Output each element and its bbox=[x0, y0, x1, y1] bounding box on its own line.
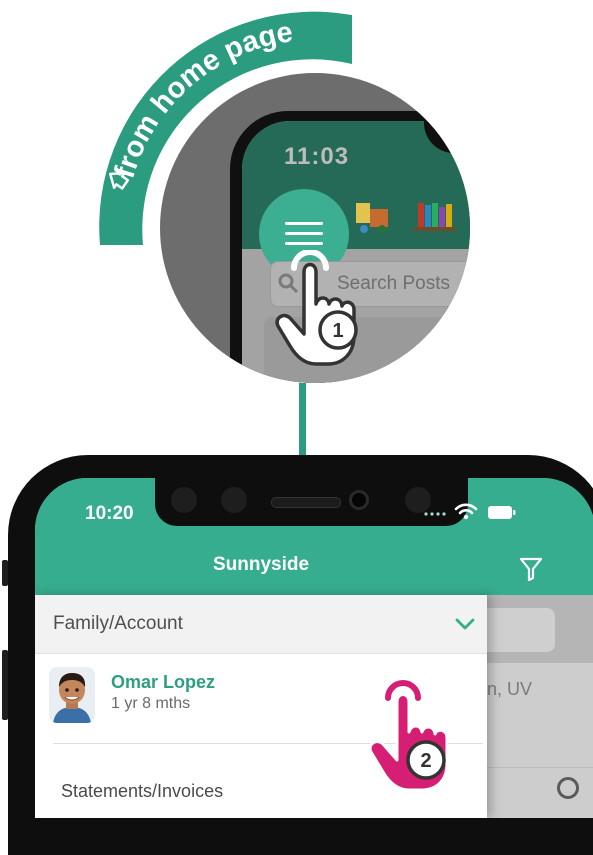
battery-icon bbox=[488, 506, 516, 519]
bg-card-text: n, UV bbox=[487, 679, 533, 699]
page-title: Sunnyside bbox=[212, 554, 310, 575]
bg-divider bbox=[487, 767, 593, 768]
step-2-badge: 2 bbox=[420, 750, 431, 772]
status-time: 10:20 bbox=[85, 503, 134, 524]
front-camera bbox=[349, 490, 369, 510]
phone-side-button bbox=[2, 560, 8, 586]
home-feed-background: n, UV bbox=[487, 595, 593, 818]
wifi-icon bbox=[454, 503, 478, 515]
tutorial-scene: 11:03 Search Posts from home page 1 10:2… bbox=[0, 0, 593, 855]
earpiece-speaker bbox=[271, 497, 341, 508]
avatar[interactable] bbox=[49, 667, 95, 723]
connector-line bbox=[299, 383, 306, 455]
tap-hand-icon: 1 bbox=[275, 250, 358, 366]
status-icons bbox=[424, 503, 516, 520]
phone-volume-button bbox=[2, 650, 8, 720]
menu-item-statements[interactable]: Statements/Invoices bbox=[61, 781, 223, 802]
tap-hand-pink-icon: 2 bbox=[368, 680, 449, 790]
bg-circle-icon bbox=[557, 777, 579, 799]
chevron-down-icon[interactable] bbox=[455, 617, 475, 631]
sensor-dot bbox=[171, 487, 197, 513]
sensor-dot bbox=[221, 487, 247, 513]
child-name[interactable]: Omar Lopez bbox=[111, 672, 215, 693]
phone-screen: 10:20 Sunnyside n, UV Family/Account Oma… bbox=[35, 478, 593, 818]
step-1-badge: 1 bbox=[332, 320, 343, 342]
app-header: 10:20 Sunnyside bbox=[35, 478, 593, 595]
section-title: Family/Account bbox=[53, 613, 183, 634]
filter-icon[interactable] bbox=[519, 556, 543, 582]
signal-dots-icon bbox=[424, 512, 446, 516]
child-age: 1 yr 8 mths bbox=[111, 695, 191, 712]
section-family-account[interactable]: Family/Account bbox=[35, 595, 487, 654]
bg-search-field bbox=[487, 608, 555, 652]
